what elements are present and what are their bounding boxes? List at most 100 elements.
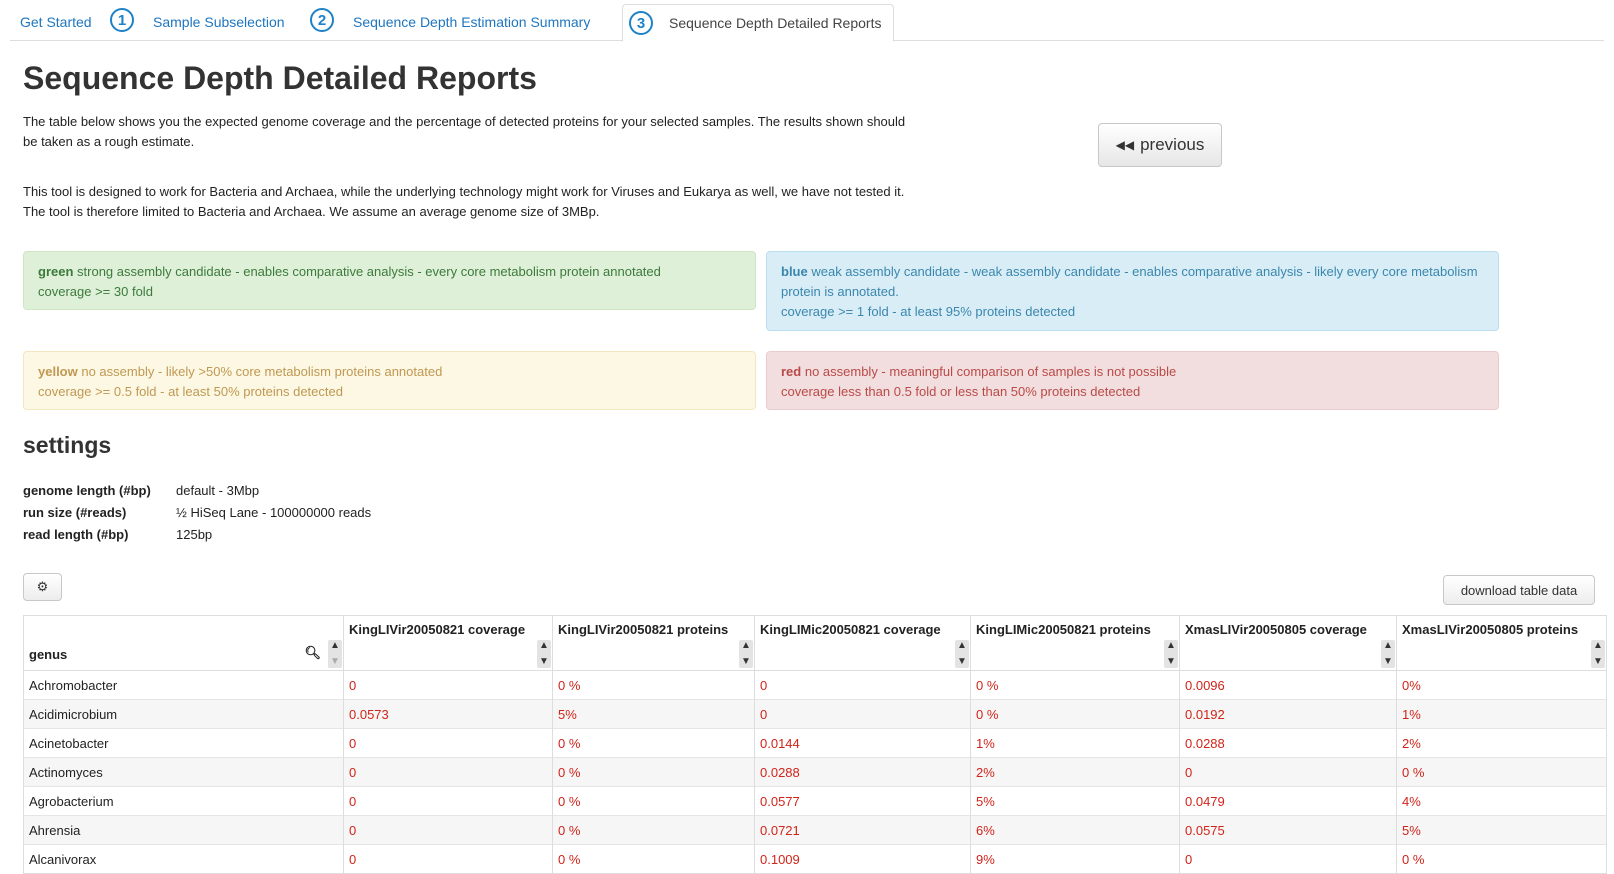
column-header-genus[interactable]: genus 🔍︎ ▲ ▼ [23, 615, 344, 671]
sort-up-icon: ▲ [330, 640, 340, 651]
step-1-icon: 1 [110, 8, 134, 32]
sort-up-icon: ▲ [1166, 640, 1176, 651]
genus-cell: Actinomyces [23, 757, 344, 787]
setting-key: run size (#reads) [23, 504, 127, 520]
column-header[interactable]: KingLIMic20050821 coverage ▲ ▼ [754, 615, 971, 671]
value-cell: 0.0575 [1179, 815, 1397, 845]
value-cell: 0.0288 [754, 757, 971, 787]
sort-toggle[interactable]: ▲ ▼ [537, 640, 551, 668]
value-cell: 0.0192 [1179, 699, 1397, 729]
value-cell: 0.0721 [754, 815, 971, 845]
sort-up-icon: ▲ [741, 640, 751, 651]
genus-cell: Ahrensia [23, 815, 344, 845]
tab-get-started[interactable]: Get Started [20, 4, 92, 40]
setting-key: read length (#bp) [23, 526, 129, 542]
sort-down-icon: ▼ [330, 656, 340, 667]
sort-up-icon: ▲ [539, 640, 549, 651]
intro-paragraph-2: This tool is designed to work for Bacter… [23, 184, 905, 219]
legend-yellow: yellow no assembly - likely >50% core me… [23, 351, 756, 410]
sort-down-icon: ▼ [1383, 656, 1393, 667]
genus-cell: Acinetobacter [23, 728, 344, 758]
value-cell: 5% [970, 786, 1180, 816]
step-3-icon: 3 [629, 11, 653, 35]
sort-toggle[interactable]: ▲ ▼ [328, 640, 342, 668]
value-cell: 0.0479 [1179, 786, 1397, 816]
legend-blue: blue weak assembly candidate - weak asse… [766, 251, 1499, 331]
value-cell: 5% [552, 699, 755, 729]
setting-value: default - 3Mbp [176, 482, 260, 498]
gear-icon: ⚙ [36, 579, 49, 594]
legend-red: red no assembly - meaningful comparison … [766, 351, 1499, 410]
legend-threshold: coverage >= 1 fold - at least 95% protei… [781, 304, 1076, 319]
legend-keyword: blue [781, 264, 808, 279]
legend-keyword: yellow [38, 364, 78, 379]
sort-toggle[interactable]: ▲ ▼ [1381, 640, 1395, 668]
genus-cell: Alcanivorax [23, 844, 344, 874]
sort-toggle[interactable]: ▲ ▼ [1164, 640, 1178, 668]
sort-down-icon: ▼ [741, 656, 751, 667]
column-header[interactable]: KingLIVir20050821 proteins ▲ ▼ [552, 615, 755, 671]
sort-toggle[interactable]: ▲ ▼ [955, 640, 969, 668]
settings-heading: settings [23, 432, 112, 458]
setting-row: read length (#bp) 125bp [23, 523, 371, 545]
value-cell: 2% [970, 757, 1180, 787]
sort-down-icon: ▼ [957, 656, 967, 667]
value-cell: 0 [343, 757, 553, 787]
previous-button[interactable]: ◀◀ previous [1098, 123, 1222, 167]
value-cell: 0 % [970, 699, 1180, 729]
tab-sample-subselection[interactable]: Sample Subselection [153, 4, 285, 40]
column-settings-button[interactable]: ⚙ [23, 573, 62, 601]
legend-description: no assembly - meaningful comparison of s… [801, 364, 1177, 379]
value-cell: 1% [970, 728, 1180, 758]
column-header[interactable]: XmasLIVir20050805 proteins ▲ ▼ [1396, 615, 1607, 671]
value-cell: 6% [970, 815, 1180, 845]
setting-row: run size (#reads) ½ HiSeq Lane - 1000000… [23, 501, 371, 523]
sort-toggle[interactable]: ▲ ▼ [1591, 640, 1605, 668]
column-header[interactable]: KingLIMic20050821 proteins ▲ ▼ [970, 615, 1180, 671]
table-row: Achromobacter 0 0 % 0 0 % 0.0096 0% [23, 670, 1607, 700]
tab-sequence-depth-estimation-summary[interactable]: Sequence Depth Estimation Summary [353, 4, 590, 40]
column-header[interactable]: XmasLIVir20050805 coverage ▲ ▼ [1179, 615, 1397, 671]
setting-value: ½ HiSeq Lane - 100000000 reads [176, 504, 372, 520]
sort-toggle[interactable]: ▲ ▼ [739, 640, 753, 668]
value-cell: 9% [970, 844, 1180, 874]
value-cell: 0 [1179, 844, 1397, 874]
sort-down-icon: ▼ [1593, 656, 1603, 667]
value-cell: 5% [1396, 815, 1607, 845]
value-cell: 0 % [1396, 844, 1607, 874]
value-cell: 0 % [970, 670, 1180, 700]
tab-label: Sequence Depth Estimation Summary [353, 14, 591, 30]
value-cell: 0 [754, 699, 971, 729]
value-cell: 0.0573 [343, 699, 553, 729]
value-cell: 0 % [552, 670, 755, 700]
tab-label: Sample Subselection [153, 14, 285, 30]
value-cell: 0 % [1396, 757, 1607, 787]
legend-threshold: coverage >= 30 fold [38, 284, 153, 299]
page-title: Sequence Depth Detailed Reports [23, 60, 537, 96]
genus-cell: Acidimicrobium [23, 699, 344, 729]
value-cell: 0.0577 [754, 786, 971, 816]
value-cell: 0.0096 [1179, 670, 1397, 700]
download-table-data-button[interactable]: download table data [1443, 575, 1595, 605]
column-header[interactable]: KingLIVir20050821 coverage ▲ ▼ [343, 615, 553, 671]
table-header-row: genus 🔍︎ ▲ ▼ KingLIVir20050821 coverage ▲ ▼… [23, 615, 1607, 671]
table-row: Ahrensia 0 0 % 0.0721 6% 0.0575 5% [23, 815, 1607, 845]
value-cell: 0 [343, 728, 553, 758]
value-cell: 0 [343, 786, 553, 816]
value-cell: 0 % [552, 728, 755, 758]
search-icon[interactable]: 🔍︎ [304, 645, 321, 661]
value-cell: 0% [1396, 670, 1607, 700]
value-cell: 1% [1396, 699, 1607, 729]
legend-green: green strong assembly candidate - enable… [23, 251, 756, 310]
genus-cell: Achromobacter [23, 670, 344, 700]
table-row: Acidimicrobium 0.0573 5% 0 0 % 0.0192 1% [23, 699, 1607, 729]
table-row: Actinomyces 0 0 % 0.0288 2% 0 0 % [23, 757, 1607, 787]
value-cell: 0.0288 [1179, 728, 1397, 758]
value-cell: 0 [343, 815, 553, 845]
intro-paragraph-1: The table below shows you the expected g… [23, 114, 906, 149]
wizard-tabs: Get Started 1 Sample Subselection 2 Sequ… [10, 0, 1604, 42]
table-row: Agrobacterium 0 0 % 0.0577 5% 0.0479 4% [23, 786, 1607, 816]
tab-sequence-depth-detailed-reports[interactable]: 3 Sequence Depth Detailed Reports [622, 4, 894, 42]
previous-label: previous [1140, 135, 1205, 154]
settings-list: genome length (#bp) default - 3Mbp run s… [23, 479, 371, 545]
